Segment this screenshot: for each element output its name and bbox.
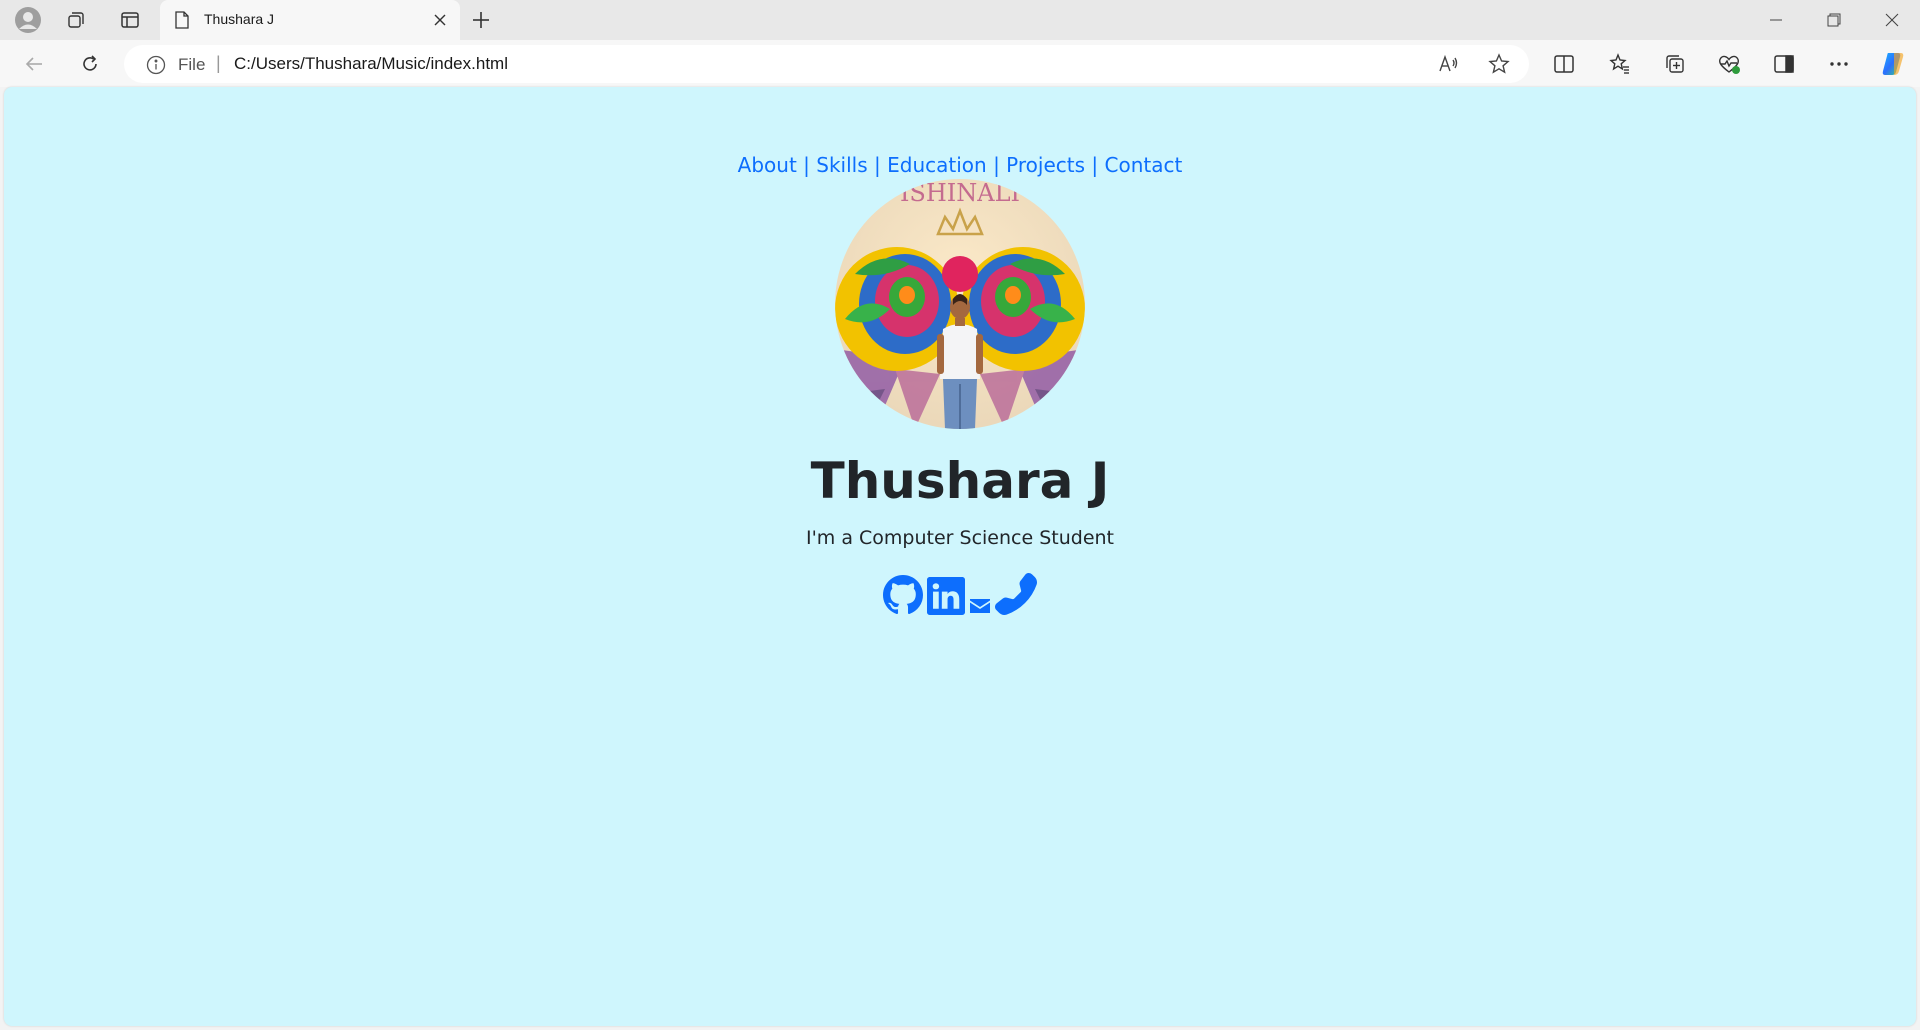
minimize-icon: [1770, 19, 1782, 21]
read-aloud-icon[interactable]: [1437, 53, 1461, 75]
favorites-button[interactable]: [1603, 48, 1637, 80]
browser-essentials-button[interactable]: [1712, 48, 1746, 80]
heart-pulse-icon: [1718, 55, 1740, 74]
profile-subtitle: I'm a Computer Science Student: [805, 527, 1115, 549]
nav-separator: |: [803, 153, 810, 177]
back-button[interactable]: [16, 46, 52, 82]
sidebar-icon: [1774, 55, 1794, 73]
nav-link-contact[interactable]: Contact: [1105, 153, 1183, 177]
page-viewport: About | Skills | Education | Projects | …: [4, 87, 1916, 1026]
arrow-left-icon: [25, 57, 42, 71]
linkedin-icon[interactable]: [927, 577, 965, 615]
workspaces-icon: [68, 12, 84, 28]
tab-title: Thushara J: [204, 11, 275, 27]
nav-link-about[interactable]: About: [738, 153, 797, 177]
nav-separator: |: [874, 153, 881, 177]
browser-titlebar: Thushara J: [0, 0, 1920, 40]
profile-button[interactable]: [10, 4, 46, 36]
tab-actions-icon: [121, 12, 139, 28]
collections-icon: [1666, 55, 1684, 73]
refresh-icon: [83, 55, 97, 71]
more-options-button[interactable]: [1822, 48, 1856, 80]
vertical-tabs-button[interactable]: [112, 4, 148, 36]
address-separator: |: [216, 53, 221, 73]
close-icon: [1885, 13, 1899, 27]
restore-button[interactable]: [1806, 0, 1862, 40]
nav-separator: |: [1091, 153, 1099, 177]
minimize-button[interactable]: [1748, 0, 1804, 40]
browser-toolbar: File | C:/Users/Thushara/Music/index.htm…: [0, 40, 1920, 87]
workspaces-button[interactable]: [58, 4, 94, 36]
split-screen-button[interactable]: [1547, 48, 1581, 80]
close-window-button[interactable]: [1864, 0, 1920, 40]
page-icon: [174, 11, 190, 34]
copilot-icon: [1882, 53, 1904, 75]
address-url[interactable]: C:/Users/Thushara/Music/index.html: [234, 54, 508, 74]
collections-button[interactable]: [1658, 48, 1692, 80]
restore-icon: [1827, 13, 1841, 27]
refresh-button[interactable]: [72, 46, 108, 82]
favorites-icon: [1609, 53, 1629, 74]
copilot-button[interactable]: [1876, 48, 1910, 80]
new-tab-button[interactable]: [464, 4, 498, 36]
social-links: [4, 573, 1916, 615]
nav-separator: |: [993, 153, 1000, 177]
profile-icon: [15, 7, 41, 33]
nav-link-skills[interactable]: Skills: [816, 153, 867, 177]
address-scheme-label: File: [178, 55, 206, 74]
profile-name: Thushara J: [810, 452, 1110, 510]
svg-text:ISHINALI: ISHINALI: [900, 179, 1020, 207]
info-icon[interactable]: [146, 55, 166, 80]
browser-tab-active[interactable]: Thushara J: [160, 0, 460, 40]
address-bar[interactable]: File | C:/Users/Thushara/Music/index.htm…: [124, 45, 1529, 83]
email-icon[interactable]: [969, 597, 991, 615]
phone-icon[interactable]: [995, 573, 1037, 615]
nav-link-projects[interactable]: Projects: [1006, 153, 1085, 177]
close-tab-icon[interactable]: [430, 10, 450, 30]
split-screen-icon: [1554, 55, 1574, 73]
more-horizontal-icon: [1830, 62, 1848, 66]
nav-link-education[interactable]: Education: [887, 153, 987, 177]
sidebar-toggle-button[interactable]: [1767, 48, 1801, 80]
plus-icon: [473, 12, 489, 28]
top-navigation: About | Skills | Education | Projects | …: [4, 153, 1916, 177]
favorite-star-icon[interactable]: [1487, 53, 1511, 75]
github-icon[interactable]: [883, 575, 923, 615]
profile-photo: ISHINALI: [835, 179, 1085, 429]
